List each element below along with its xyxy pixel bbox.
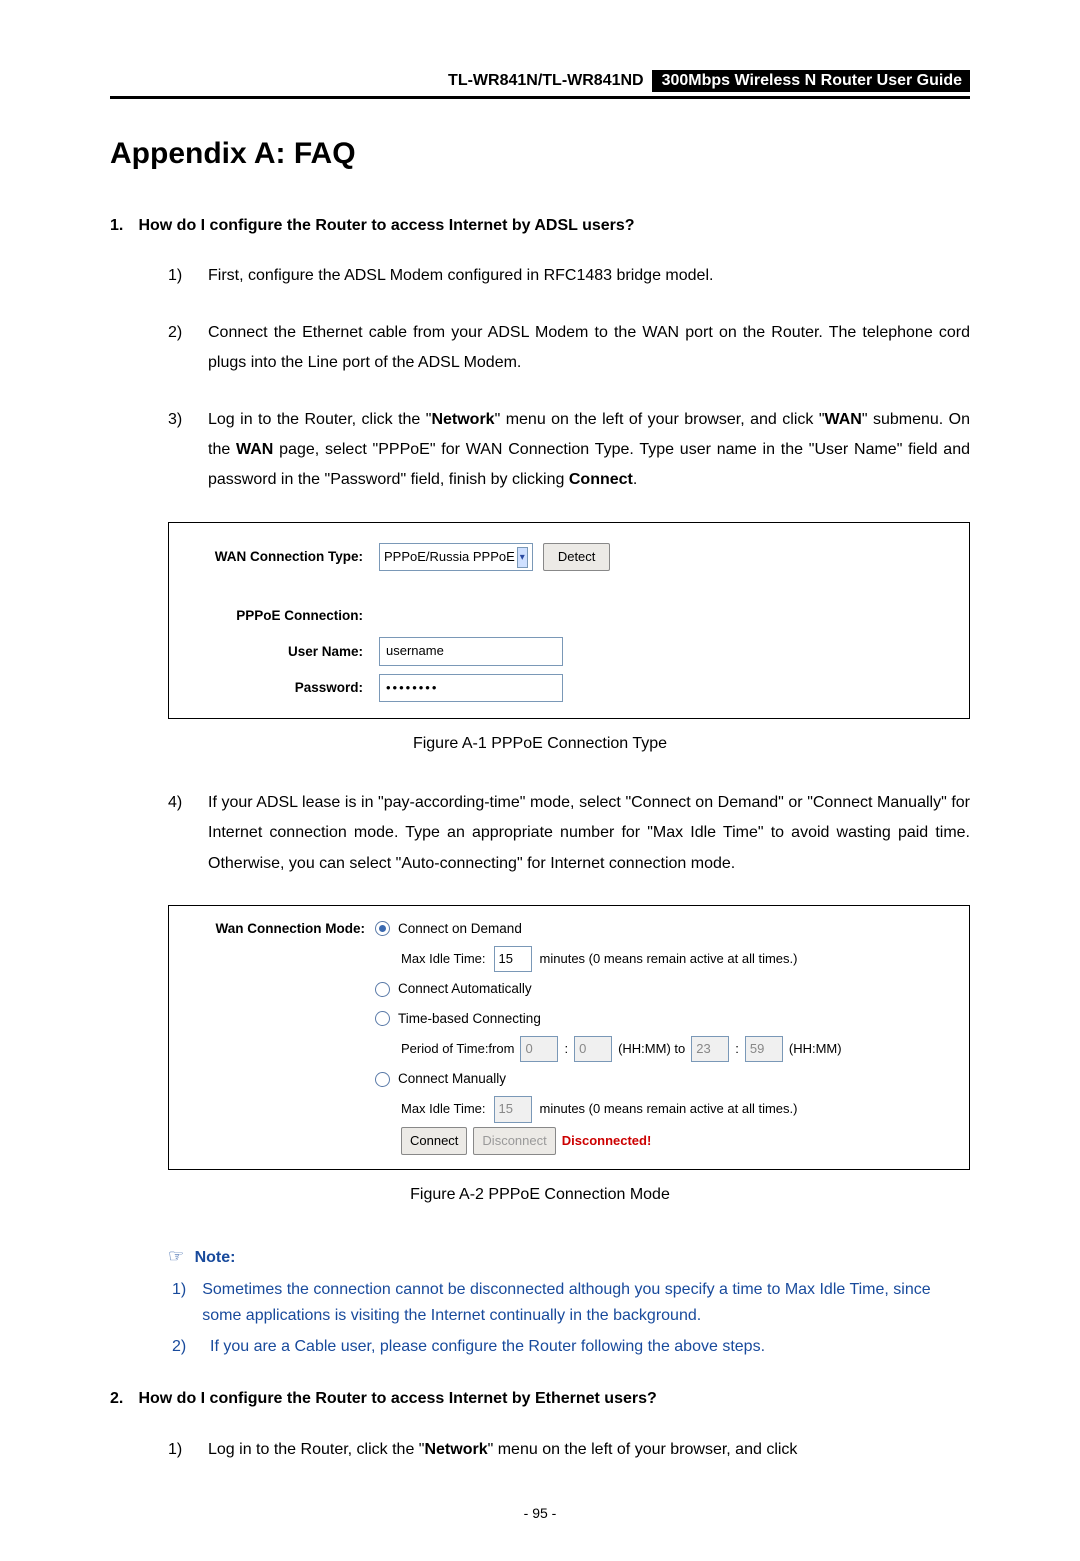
opt-connect-auto[interactable]: Connect Automatically xyxy=(375,974,953,1004)
username-field[interactable]: username xyxy=(379,637,563,666)
q1-step1-body: First, configure the ADSL Modem configur… xyxy=(208,261,970,291)
note-head: Note: xyxy=(195,1249,236,1266)
faq-q2-text: How do I configure the Router to access … xyxy=(138,1390,656,1407)
q2-s1-b1: Network xyxy=(424,1441,487,1458)
time-to-m[interactable]: 59 xyxy=(745,1036,783,1063)
faq-q1: 1. How do I configure the Router to acce… xyxy=(110,211,970,241)
connect-button[interactable]: Connect xyxy=(401,1127,467,1156)
q1-step3: 3) Log in to the Router, click the "Netw… xyxy=(168,405,970,496)
q1-step3-idx: 3) xyxy=(168,405,194,496)
disconnect-button[interactable]: Disconnect xyxy=(473,1127,555,1156)
chevron-down-icon: ▾ xyxy=(517,547,528,568)
time-period-row: Period of Time:from 0 : 0 (HH:MM) to 23 … xyxy=(375,1034,953,1065)
q2-step1-idx: 1) xyxy=(168,1435,194,1465)
opt-connect-manual[interactable]: Connect Manually xyxy=(375,1064,953,1094)
time-from-m[interactable]: 0 xyxy=(574,1036,612,1063)
q1-step1-idx: 1) xyxy=(168,261,194,291)
q1-s3-text: Log in to the Router, click the " xyxy=(208,411,431,428)
opt-time-based[interactable]: Time-based Connecting xyxy=(375,1004,953,1034)
q1-step2-body: Connect the Ethernet cable from your ADS… xyxy=(208,318,970,379)
manual-idle-row: Max Idle Time: 15 minutes (0 means remai… xyxy=(375,1094,953,1125)
password-label: Password: xyxy=(193,675,379,701)
q1-s3-text: . xyxy=(633,471,637,488)
pointing-hand-icon: ☞ xyxy=(168,1246,184,1266)
document-page: TL-WR841N/TL-WR841ND 300Mbps Wireless N … xyxy=(0,0,1080,1561)
detect-button[interactable]: Detect xyxy=(543,543,611,572)
idle-suffix: minutes (0 means remain active at all ti… xyxy=(540,947,798,972)
page-header: TL-WR841N/TL-WR841ND 300Mbps Wireless N … xyxy=(110,70,970,99)
time-from-h[interactable]: 0 xyxy=(520,1036,558,1063)
note2-idx: 2) xyxy=(172,1334,194,1360)
opt-manual-label: Connect Manually xyxy=(398,1066,506,1092)
q1-s3-b2: WAN xyxy=(825,411,862,428)
period-from-label: Period of Time:from xyxy=(401,1037,514,1062)
hhmm-to-label: (HH:MM) to xyxy=(618,1037,685,1062)
q1-s3-b1: Network xyxy=(431,411,494,428)
wan-conn-type-value: PPPoE/Russia PPPoE xyxy=(384,545,515,570)
appendix-title: Appendix A: FAQ xyxy=(110,137,970,171)
note1-idx: 1) xyxy=(172,1277,186,1330)
figure-a1-caption: Figure A-1 PPPoE Connection Type xyxy=(110,729,970,759)
opt-time-label: Time-based Connecting xyxy=(398,1006,541,1032)
faq-q1-number: 1. xyxy=(110,211,134,241)
q2-s1-text: Log in to the Router, click the " xyxy=(208,1441,424,1458)
figure-a1: WAN Connection Type: PPPoE/Russia PPPoE … xyxy=(168,522,970,720)
faq-q2: 2. How do I configure the Router to acce… xyxy=(110,1384,970,1414)
note-item-2: 2) If you are a Cable user, please confi… xyxy=(168,1334,970,1360)
wan-conn-type-select[interactable]: PPPoE/Russia PPPoE ▾ xyxy=(379,543,533,572)
colon: : xyxy=(735,1037,739,1062)
pppoe-conn-label: PPPoE Connection: xyxy=(193,603,379,629)
q2-step1: 1) Log in to the Router, click the "Netw… xyxy=(168,1435,970,1465)
figure-a2: Wan Connection Mode: Connect on Demand M… xyxy=(168,905,970,1170)
manual-idle-input[interactable]: 15 xyxy=(494,1096,532,1123)
opt-auto-label: Connect Automatically xyxy=(398,976,532,1002)
connect-button-row: Connect Disconnect Disconnected! xyxy=(375,1125,953,1158)
demand-idle-input[interactable]: 15 xyxy=(494,946,532,973)
figure-a2-caption: Figure A-2 PPPoE Connection Mode xyxy=(110,1180,970,1210)
demand-idle-row: Max Idle Time: 15 minutes (0 means remai… xyxy=(375,944,953,975)
q1-step2: 2) Connect the Ethernet cable from your … xyxy=(168,318,970,379)
q1-step1: 1) First, configure the ADSL Modem confi… xyxy=(168,261,970,291)
note2-text: If you are a Cable user, please configur… xyxy=(210,1334,765,1360)
header-guide: 300Mbps Wireless N Router User Guide xyxy=(652,70,970,92)
note-item-1: 1) Sometimes the connection cannot be di… xyxy=(168,1277,970,1330)
opt-demand-label: Connect on Demand xyxy=(398,916,522,942)
time-to-h[interactable]: 23 xyxy=(691,1036,729,1063)
q2-s1-text: " menu on the left of your browser, and … xyxy=(488,1441,798,1458)
radio-checked-icon xyxy=(375,921,390,936)
wan-conn-type-label: WAN Connection Type: xyxy=(193,544,379,570)
password-field[interactable]: •••••••• xyxy=(379,674,563,703)
wan-mode-label: Wan Connection Mode: xyxy=(185,914,375,1157)
max-idle-label: Max Idle Time: xyxy=(401,1097,486,1122)
idle-suffix: minutes (0 means remain active at all ti… xyxy=(540,1097,798,1122)
colon: : xyxy=(564,1037,568,1062)
q1-s3-b3: WAN xyxy=(236,441,273,458)
radio-icon xyxy=(375,982,390,997)
q1-step4: 4) If your ADSL lease is in "pay-accordi… xyxy=(168,788,970,879)
radio-icon xyxy=(375,1011,390,1026)
page-number: - 95 - xyxy=(110,1505,970,1521)
q2-step1-body: Log in to the Router, click the "Network… xyxy=(208,1435,970,1465)
q1-s3-b4: Connect xyxy=(569,471,633,488)
q1-step4-idx: 4) xyxy=(168,788,194,879)
opt-connect-on-demand[interactable]: Connect on Demand xyxy=(375,914,953,944)
q1-s3-text: " menu on the left of your browser, and … xyxy=(495,411,825,428)
q1-step2-idx: 2) xyxy=(168,318,194,379)
note-block: ☞ Note: 1) Sometimes the connection cann… xyxy=(168,1239,970,1361)
q1-step4-body: If your ADSL lease is in "pay-according-… xyxy=(208,788,970,879)
hhmm-label: (HH:MM) xyxy=(789,1037,842,1062)
note1-text: Sometimes the connection cannot be disco… xyxy=(202,1277,970,1330)
header-model: TL-WR841N/TL-WR841ND xyxy=(440,70,652,92)
radio-icon xyxy=(375,1072,390,1087)
q1-step3-body: Log in to the Router, click the "Network… xyxy=(208,405,970,496)
faq-q1-text: How do I configure the Router to access … xyxy=(138,217,634,234)
connection-status: Disconnected! xyxy=(562,1129,652,1154)
faq-q2-number: 2. xyxy=(110,1384,134,1414)
username-label: User Name: xyxy=(193,639,379,665)
max-idle-label: Max Idle Time: xyxy=(401,947,486,972)
